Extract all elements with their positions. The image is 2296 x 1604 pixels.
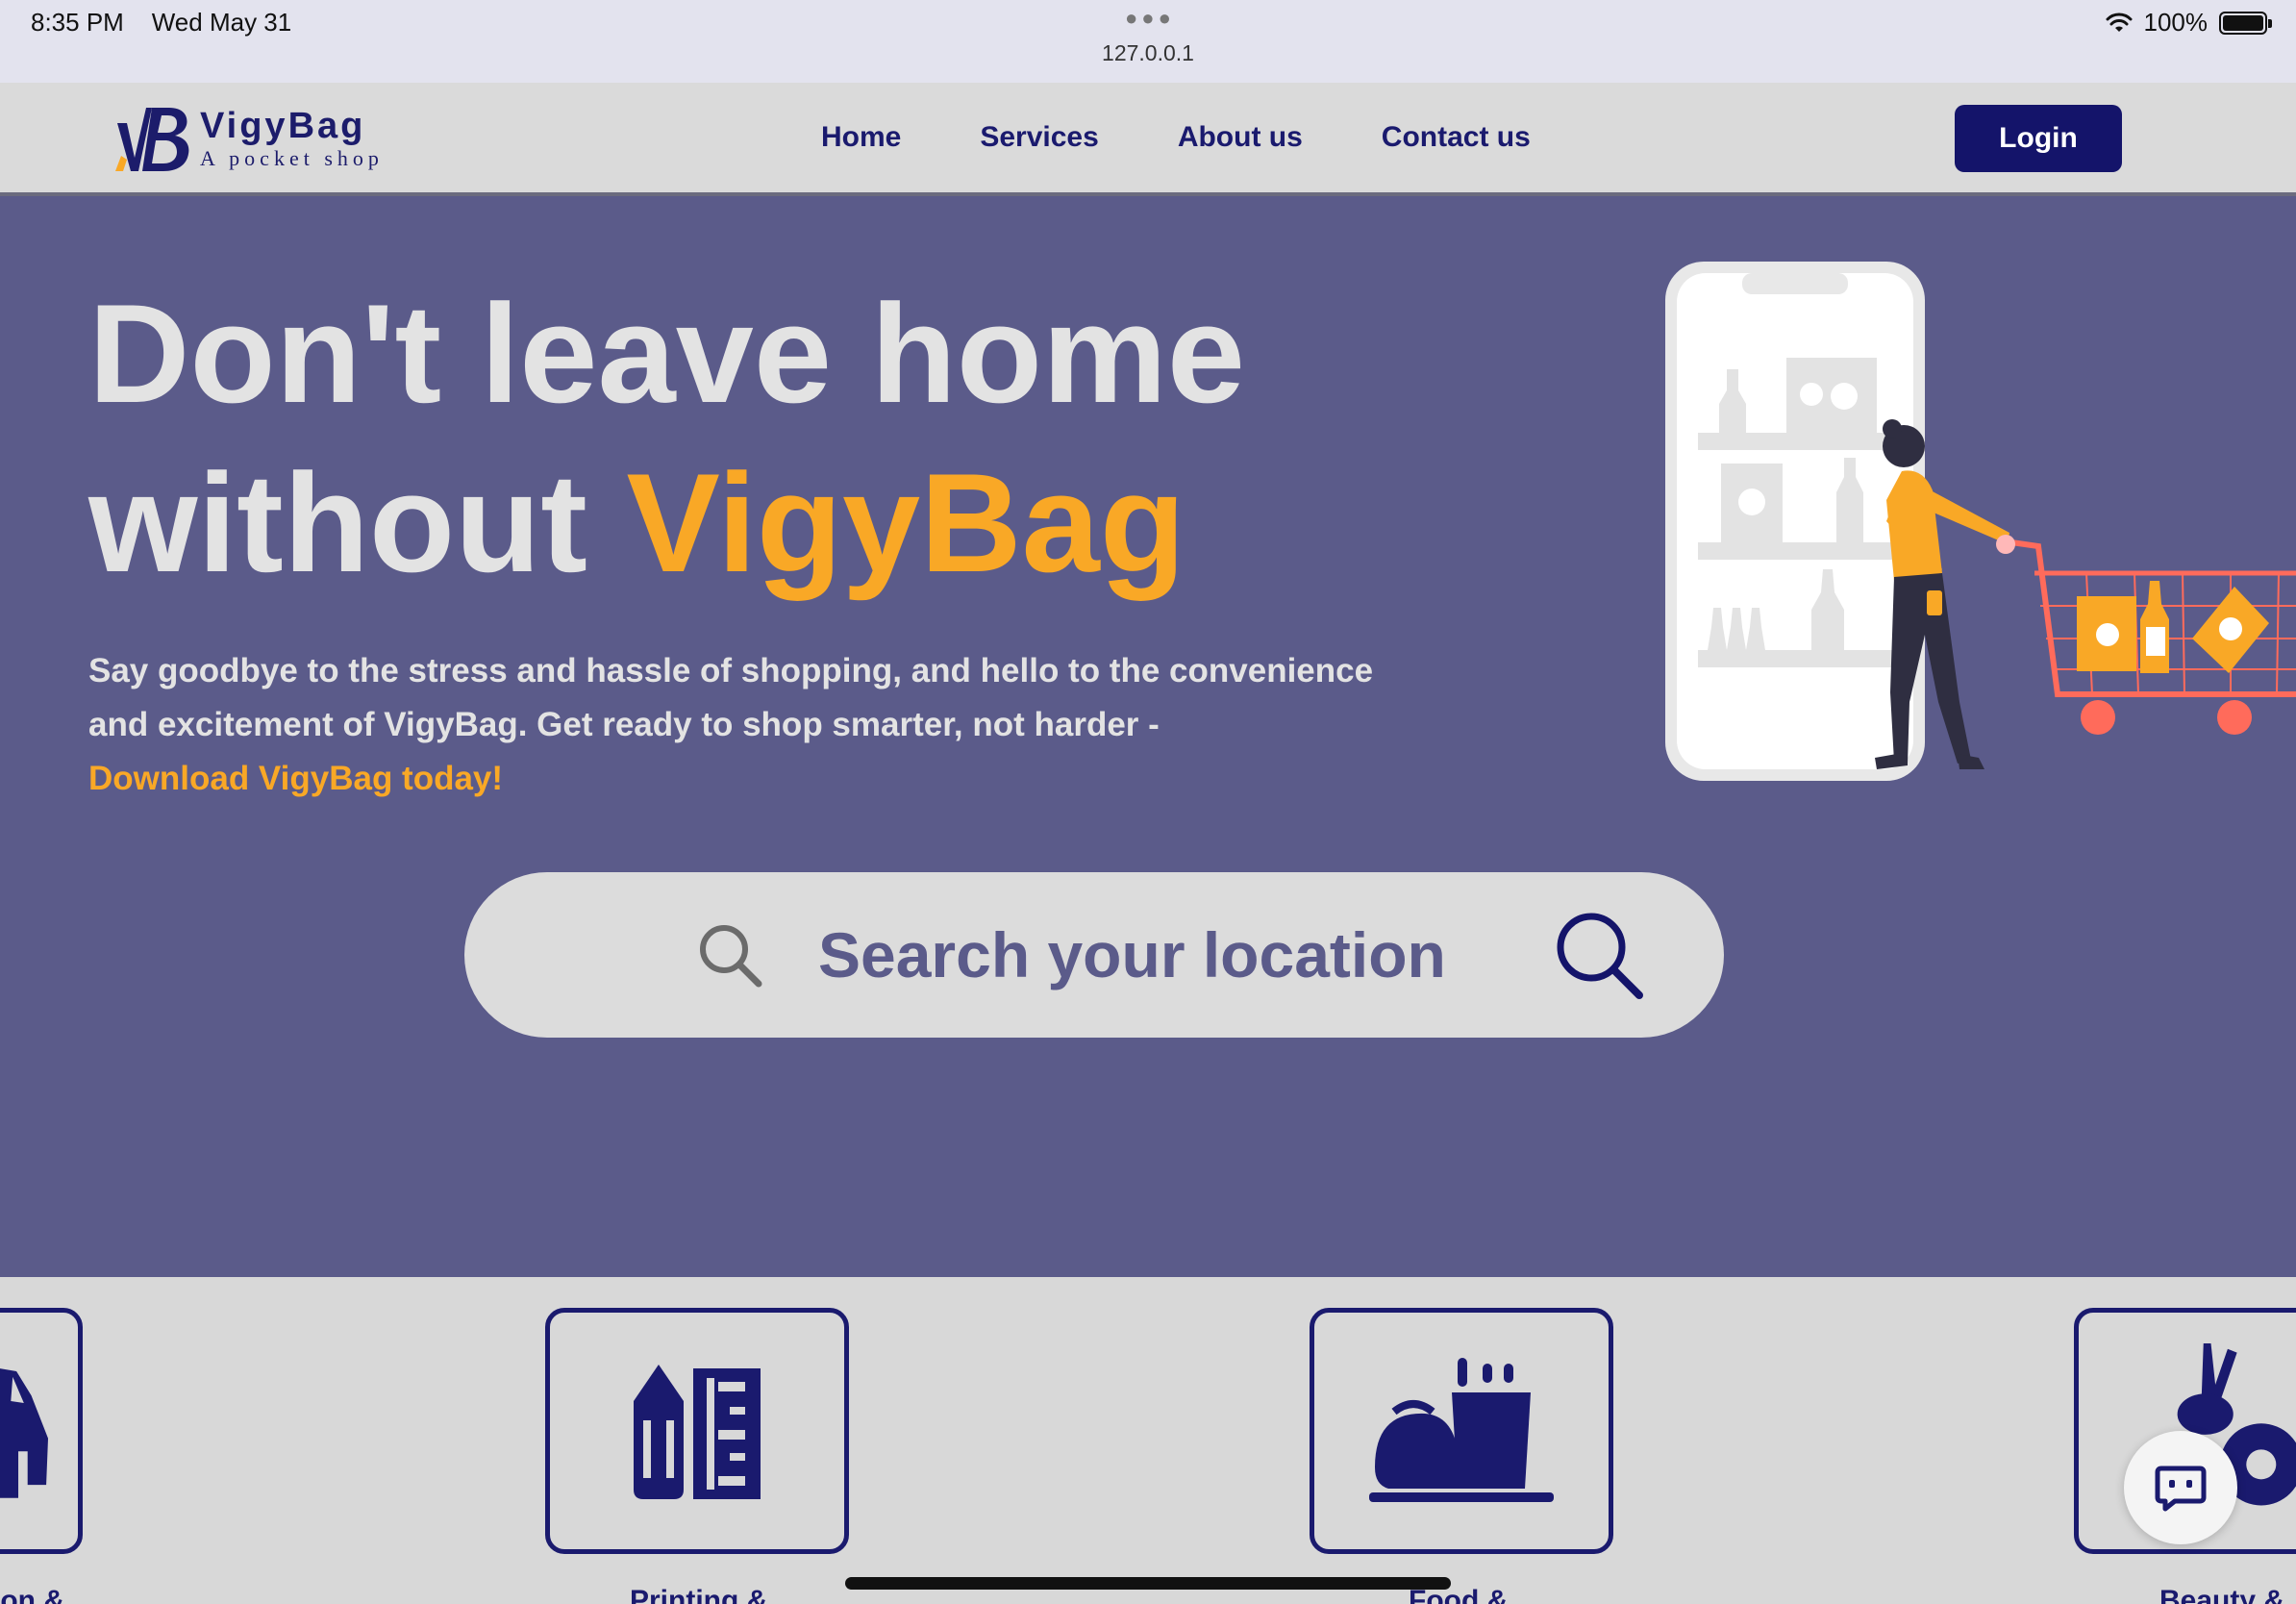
- jacket-icon: [0, 1368, 49, 1498]
- food-icon: [1369, 1358, 1554, 1502]
- nav-link-about-us[interactable]: About us: [1178, 121, 1303, 154]
- logo-text: VigyBag A pocket shop: [200, 105, 384, 170]
- status-bar: 8:35 PM Wed May 31 ●●● 127.0.0.1 100%: [0, 0, 2296, 83]
- status-date: Wed May 31: [151, 8, 292, 37]
- hero-headline: Don't leave home without VigyBag: [88, 269, 1245, 608]
- hero-paragraph: Say goodbye to the stress and hassle of …: [88, 644, 1531, 806]
- search-icon: [700, 925, 762, 988]
- hero-headline-accent: VigyBag: [626, 444, 1185, 601]
- category-card-printing[interactable]: [545, 1308, 849, 1554]
- address-bar-url[interactable]: 127.0.0.1: [0, 40, 2296, 66]
- chat-icon: [2155, 1466, 2207, 1512]
- site-header: VigyBag A pocket shop Home Services Abou…: [0, 83, 2296, 196]
- hero-section: Don't leave home without VigyBag Say goo…: [0, 200, 2296, 1277]
- hero-paragraph-line1: Say goodbye to the stress and hassle of …: [88, 652, 1374, 689]
- logo-tagline: A pocket shop: [200, 146, 384, 170]
- multitasking-dots-icon[interactable]: ●●●: [1125, 6, 1175, 31]
- status-time: 8:35 PM Wed May 31: [31, 8, 291, 38]
- nav-link-contact-us[interactable]: Contact us: [1382, 121, 1531, 154]
- login-button[interactable]: Login: [1955, 105, 2122, 172]
- nav-links: Home Services About us Contact us: [821, 121, 1531, 154]
- site-logo[interactable]: VigyBag A pocket shop: [113, 98, 384, 177]
- category-card-fashion[interactable]: [0, 1308, 83, 1554]
- stationery-icon: [634, 1365, 761, 1499]
- category-label-beauty: Beauty &: [2159, 1585, 2285, 1604]
- chat-button[interactable]: [2124, 1431, 2237, 1544]
- category-card-food[interactable]: [1310, 1308, 1613, 1554]
- download-cta-link[interactable]: Download VigyBag today!: [88, 752, 1531, 806]
- battery-percent: 100%: [2143, 8, 2209, 37]
- logo-name: VigyBag: [200, 106, 366, 146]
- nav-link-services[interactable]: Services: [980, 121, 1098, 154]
- wifi-icon: [2106, 13, 2132, 32]
- home-indicator[interactable]: [845, 1577, 1451, 1590]
- battery-icon: [2219, 11, 2272, 35]
- location-search-input[interactable]: Search your location: [464, 872, 1724, 1038]
- category-label-printing: Printing &: [630, 1585, 768, 1604]
- shopping-illustration: [1665, 262, 2296, 781]
- search-submit-icon[interactable]: [1551, 907, 1647, 1003]
- status-indicators: 100%: [2106, 8, 2272, 38]
- hero-paragraph-line2: and excitement of VigyBag. Get ready to …: [88, 706, 1160, 743]
- category-label-fashion: ion &: [0, 1585, 64, 1604]
- hero-headline-line2-prefix: without: [88, 444, 627, 601]
- status-clock: 8:35 PM: [31, 8, 124, 37]
- hero-headline-line1: Don't leave home: [88, 275, 1246, 432]
- search-placeholder: Search your location: [818, 919, 1446, 990]
- nav-link-home[interactable]: Home: [821, 121, 901, 154]
- page-root: 8:35 PM Wed May 31 ●●● 127.0.0.1 100% Vi…: [0, 0, 2296, 1604]
- logo-mark-icon: [115, 108, 189, 171]
- categories-strip: ion & Printing &: [0, 1277, 2296, 1604]
